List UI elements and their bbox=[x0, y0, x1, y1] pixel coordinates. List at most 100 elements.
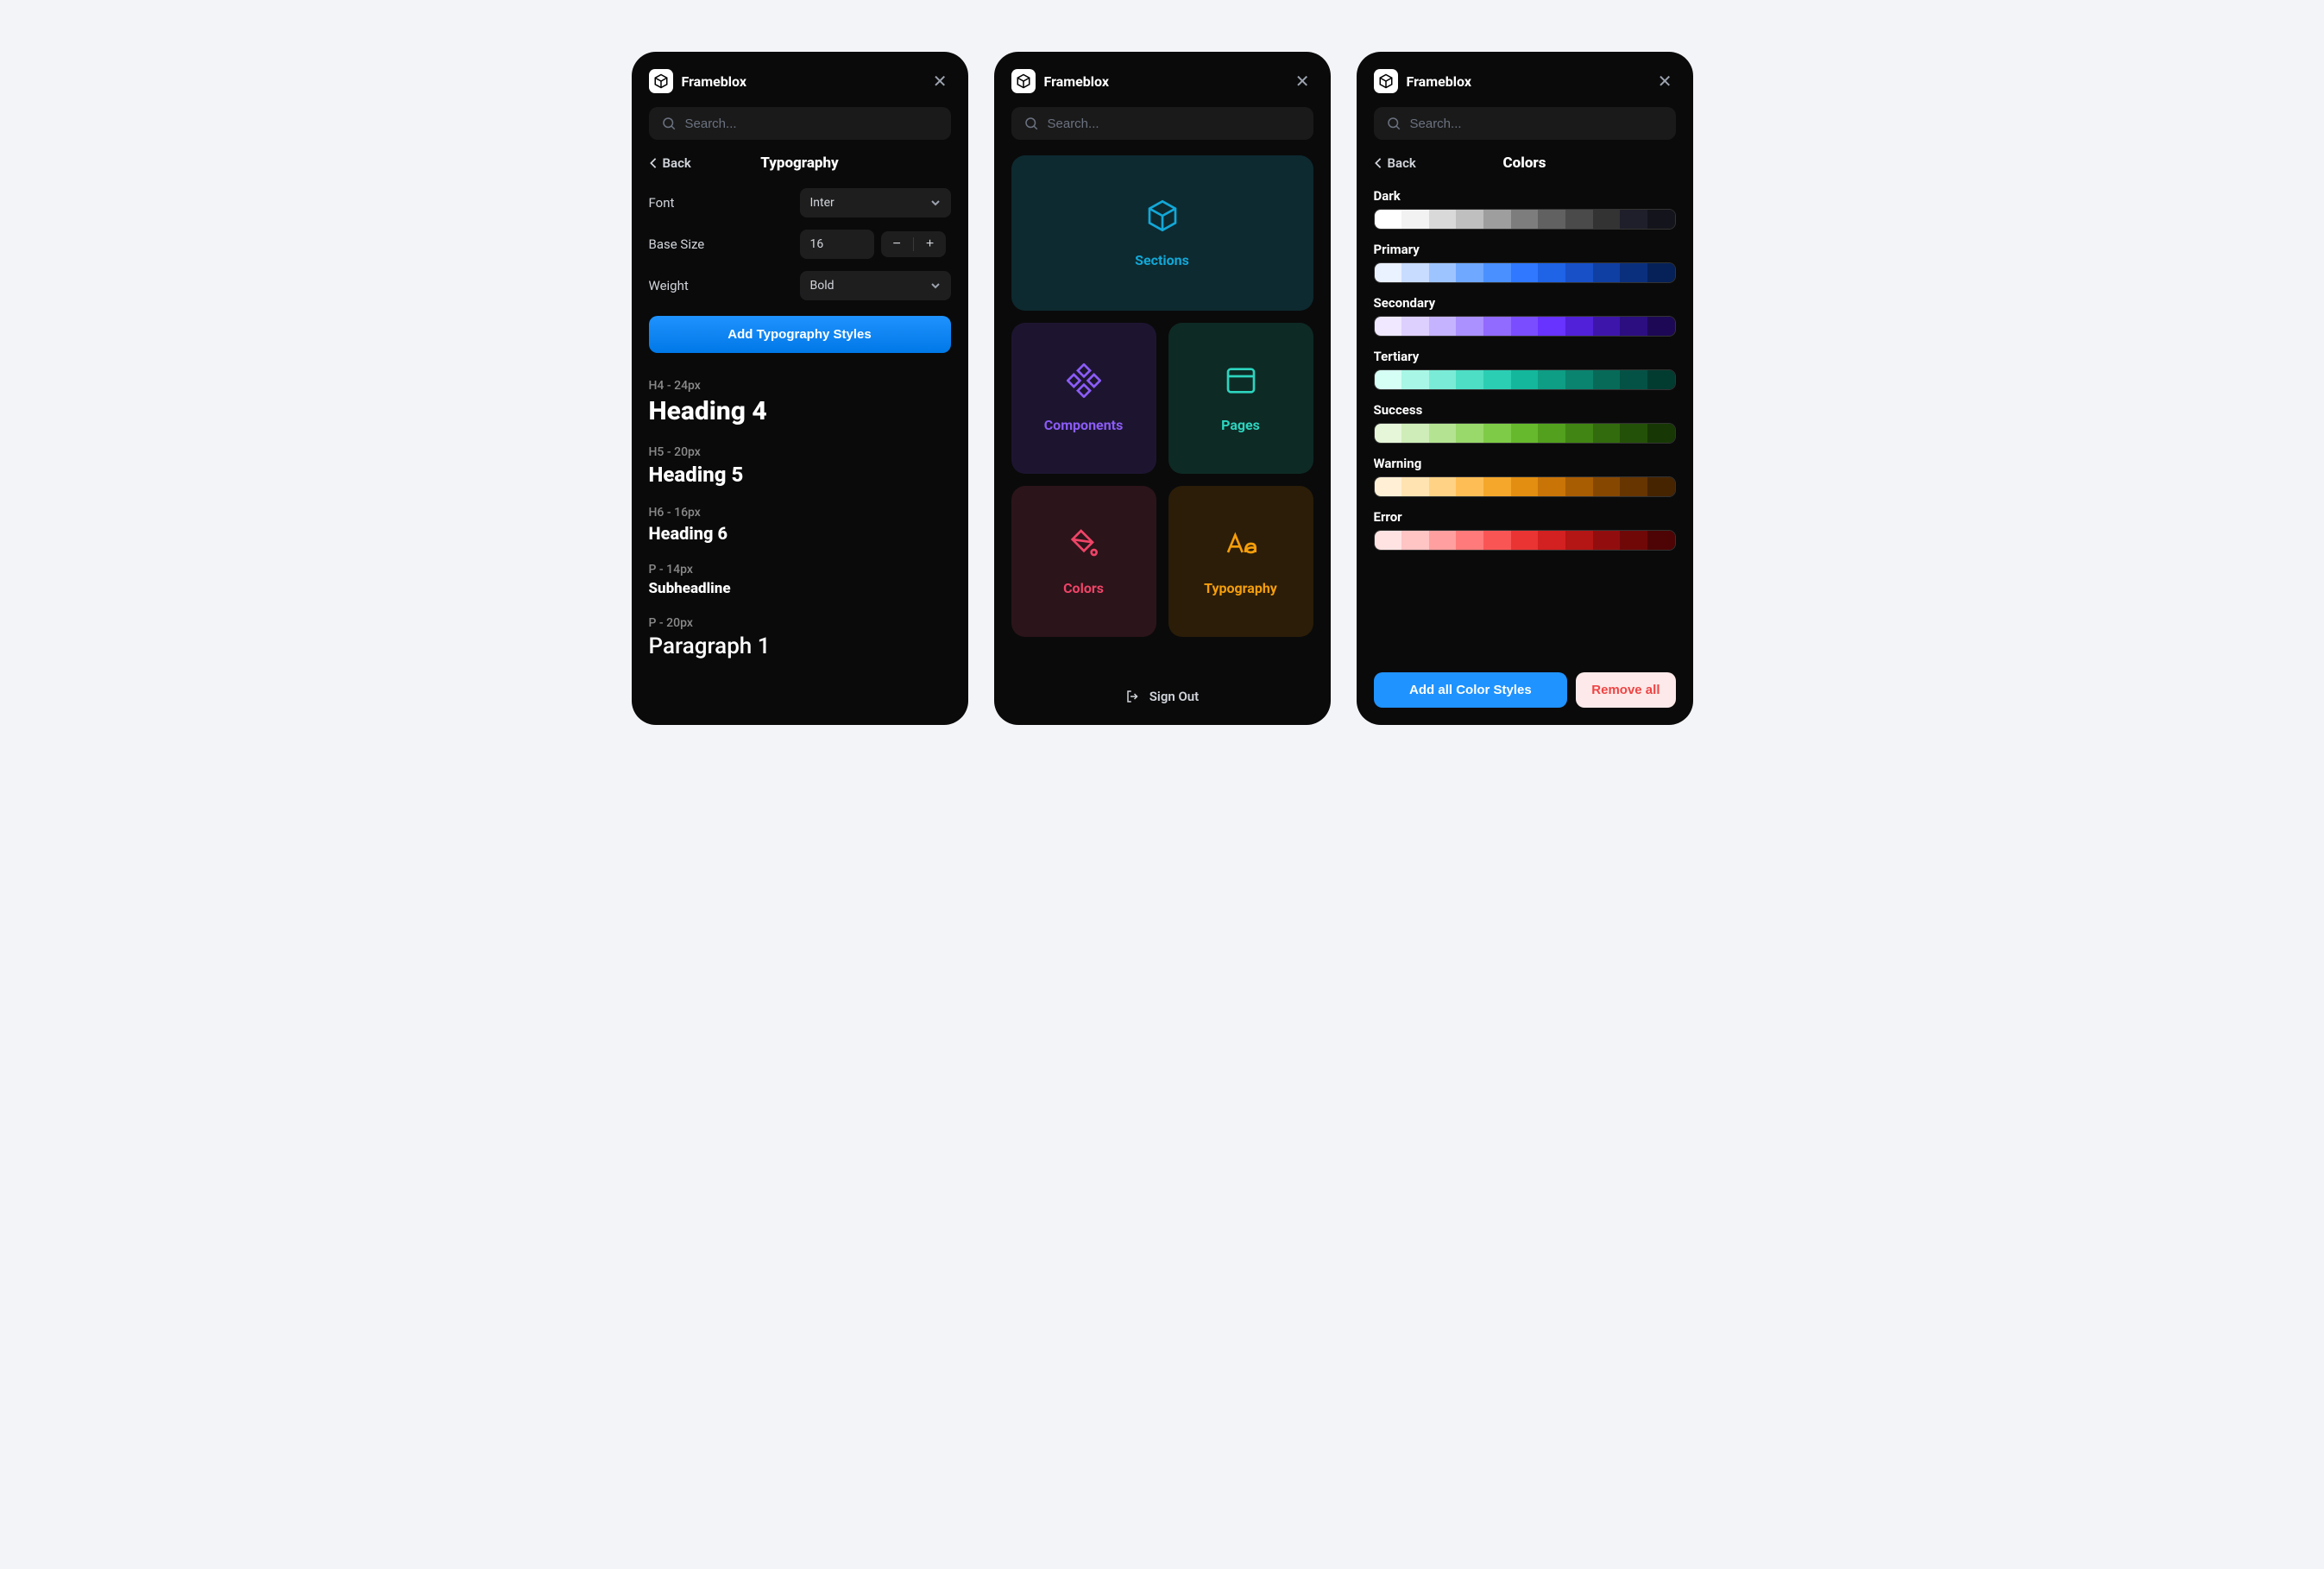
color-swatch[interactable] bbox=[1565, 317, 1593, 336]
color-swatch[interactable] bbox=[1565, 210, 1593, 229]
color-swatch[interactable] bbox=[1620, 424, 1647, 443]
color-swatch[interactable] bbox=[1538, 317, 1565, 336]
color-swatch[interactable] bbox=[1511, 477, 1539, 496]
color-swatch[interactable] bbox=[1429, 263, 1457, 282]
color-swatch[interactable] bbox=[1593, 317, 1621, 336]
base-size-input[interactable]: 16 bbox=[800, 230, 874, 259]
color-swatch[interactable] bbox=[1593, 263, 1621, 282]
close-icon[interactable]: ✕ bbox=[1292, 69, 1313, 93]
color-swatch[interactable] bbox=[1647, 263, 1675, 282]
card-typography[interactable]: Typography bbox=[1168, 486, 1313, 637]
color-swatch[interactable] bbox=[1538, 531, 1565, 550]
weight-select[interactable]: Bold bbox=[800, 271, 951, 300]
color-swatch[interactable] bbox=[1647, 531, 1675, 550]
color-swatch[interactable] bbox=[1511, 210, 1539, 229]
color-swatch[interactable] bbox=[1429, 370, 1457, 389]
color-swatch[interactable] bbox=[1429, 317, 1457, 336]
color-swatch[interactable] bbox=[1401, 477, 1429, 496]
color-swatch[interactable] bbox=[1593, 531, 1621, 550]
color-swatch[interactable] bbox=[1483, 531, 1511, 550]
search-bar[interactable] bbox=[649, 107, 951, 140]
color-swatch[interactable] bbox=[1565, 370, 1593, 389]
color-swatch[interactable] bbox=[1565, 263, 1593, 282]
color-swatch[interactable] bbox=[1620, 477, 1647, 496]
card-pages[interactable]: Pages bbox=[1168, 323, 1313, 474]
remove-all-button[interactable]: Remove all bbox=[1576, 672, 1675, 708]
color-swatch[interactable] bbox=[1456, 263, 1483, 282]
color-swatch[interactable] bbox=[1483, 263, 1511, 282]
color-swatch[interactable] bbox=[1593, 210, 1621, 229]
size-decrease-button[interactable]: − bbox=[881, 231, 913, 257]
color-swatch[interactable] bbox=[1511, 317, 1539, 336]
color-swatch[interactable] bbox=[1456, 210, 1483, 229]
color-swatch[interactable] bbox=[1593, 370, 1621, 389]
color-swatch[interactable] bbox=[1565, 531, 1593, 550]
color-swatch[interactable] bbox=[1375, 370, 1402, 389]
card-sections[interactable]: Sections bbox=[1011, 155, 1313, 311]
search-bar[interactable] bbox=[1374, 107, 1676, 140]
color-swatch[interactable] bbox=[1483, 424, 1511, 443]
color-swatch[interactable] bbox=[1456, 477, 1483, 496]
color-swatch[interactable] bbox=[1456, 531, 1483, 550]
color-swatch[interactable] bbox=[1456, 317, 1483, 336]
color-swatch[interactable] bbox=[1593, 424, 1621, 443]
color-swatch[interactable] bbox=[1429, 424, 1457, 443]
search-input[interactable] bbox=[1410, 117, 1664, 131]
color-swatch[interactable] bbox=[1647, 317, 1675, 336]
color-swatch[interactable] bbox=[1375, 531, 1402, 550]
color-swatch[interactable] bbox=[1538, 263, 1565, 282]
color-swatch[interactable] bbox=[1375, 477, 1402, 496]
color-swatch[interactable] bbox=[1647, 477, 1675, 496]
color-swatch[interactable] bbox=[1620, 210, 1647, 229]
color-swatch[interactable] bbox=[1456, 424, 1483, 443]
color-swatch[interactable] bbox=[1511, 263, 1539, 282]
font-select[interactable]: Inter bbox=[800, 188, 951, 217]
color-swatch[interactable] bbox=[1538, 477, 1565, 496]
size-increase-button[interactable]: + bbox=[914, 231, 946, 257]
card-colors[interactable]: Colors bbox=[1011, 486, 1156, 637]
color-swatch[interactable] bbox=[1429, 477, 1457, 496]
color-swatch[interactable] bbox=[1538, 210, 1565, 229]
color-swatch[interactable] bbox=[1401, 317, 1429, 336]
color-swatch[interactable] bbox=[1483, 210, 1511, 229]
color-swatch[interactable] bbox=[1565, 477, 1593, 496]
color-swatch[interactable] bbox=[1620, 317, 1647, 336]
color-swatch[interactable] bbox=[1647, 210, 1675, 229]
close-icon[interactable]: ✕ bbox=[929, 69, 951, 93]
color-swatch[interactable] bbox=[1511, 370, 1539, 389]
color-swatch[interactable] bbox=[1620, 370, 1647, 389]
color-swatch[interactable] bbox=[1401, 424, 1429, 443]
search-input[interactable] bbox=[685, 117, 939, 131]
color-swatch[interactable] bbox=[1620, 531, 1647, 550]
add-colors-button[interactable]: Add all Color Styles bbox=[1374, 672, 1568, 708]
color-swatch[interactable] bbox=[1375, 317, 1402, 336]
color-swatch[interactable] bbox=[1483, 317, 1511, 336]
color-swatch[interactable] bbox=[1538, 370, 1565, 389]
color-swatch[interactable] bbox=[1538, 424, 1565, 443]
color-swatch[interactable] bbox=[1483, 477, 1511, 496]
color-swatch[interactable] bbox=[1483, 370, 1511, 389]
color-swatch[interactable] bbox=[1429, 531, 1457, 550]
color-swatch[interactable] bbox=[1401, 210, 1429, 229]
color-swatch[interactable] bbox=[1375, 210, 1402, 229]
color-swatch[interactable] bbox=[1511, 424, 1539, 443]
color-swatch[interactable] bbox=[1647, 370, 1675, 389]
search-bar[interactable] bbox=[1011, 107, 1313, 140]
card-components[interactable]: Components bbox=[1011, 323, 1156, 474]
search-input[interactable] bbox=[1048, 117, 1301, 131]
color-swatch[interactable] bbox=[1620, 263, 1647, 282]
color-swatch[interactable] bbox=[1401, 531, 1429, 550]
color-swatch[interactable] bbox=[1401, 263, 1429, 282]
color-swatch[interactable] bbox=[1401, 370, 1429, 389]
back-button[interactable]: Back bbox=[649, 155, 691, 171]
color-swatch[interactable] bbox=[1456, 370, 1483, 389]
color-swatch[interactable] bbox=[1375, 263, 1402, 282]
back-button[interactable]: Back bbox=[1374, 155, 1416, 171]
add-typography-button[interactable]: Add Typography Styles bbox=[649, 316, 951, 353]
color-swatch[interactable] bbox=[1593, 477, 1621, 496]
color-swatch[interactable] bbox=[1511, 531, 1539, 550]
color-swatch[interactable] bbox=[1375, 424, 1402, 443]
color-swatch[interactable] bbox=[1647, 424, 1675, 443]
signout-button[interactable]: Sign Out bbox=[1011, 673, 1313, 708]
color-swatch[interactable] bbox=[1429, 210, 1457, 229]
